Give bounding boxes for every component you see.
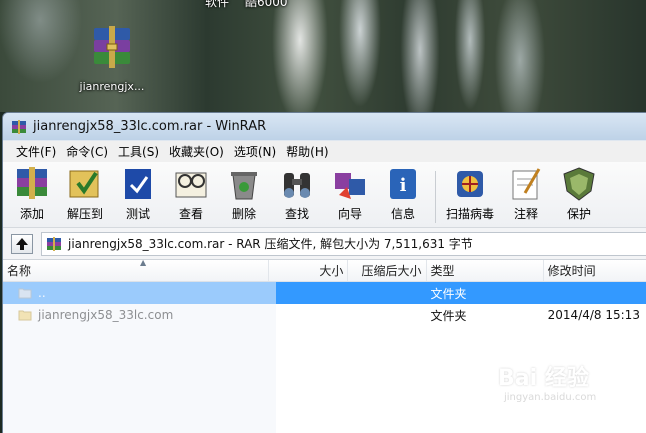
wizard-label: 向导 xyxy=(337,207,362,221)
up-one-level-button[interactable] xyxy=(11,233,33,254)
menu-commands[interactable]: 命令(C) xyxy=(61,141,113,162)
row-name: .. xyxy=(38,286,46,300)
view-button[interactable]: 查看 xyxy=(168,165,214,222)
wizard-button[interactable]: 向导 xyxy=(327,165,373,222)
scan-virus-button[interactable]: 扫描病毒 xyxy=(444,165,496,222)
path-text: jianrengjx58_33lc.com.rar - RAR 压缩文件, 解包… xyxy=(68,237,473,251)
table-row[interactable]: .. 文件夹 xyxy=(3,282,646,304)
find-label: 查找 xyxy=(284,207,309,221)
scan-virus-icon xyxy=(457,171,483,197)
sort-ascending-icon: ▲ xyxy=(140,258,147,267)
info-icon: i xyxy=(390,169,416,199)
column-header-type-label: 类型 xyxy=(430,264,455,278)
parent-folder-icon xyxy=(18,288,32,299)
test-icon xyxy=(125,169,151,199)
path-field[interactable]: jianrengjx58_33lc.com.rar - RAR 压缩文件, 解包… xyxy=(41,231,646,256)
column-header-packed[interactable]: 压缩后大小 xyxy=(348,260,427,281)
comment-icon xyxy=(512,168,541,200)
view-icon xyxy=(175,172,207,198)
row-modified: 2014/4/8 15:13 xyxy=(547,308,640,322)
window-title: jianrengjx58_33lc.com.rar - WinRAR xyxy=(33,119,267,134)
menu-bar: 文件(F) 命令(C) 工具(S) 收藏夹(O) 选项(N) 帮助(H) xyxy=(3,140,646,162)
winrar-app-icon xyxy=(12,119,26,134)
extract-to-button[interactable]: 解压到 xyxy=(62,165,108,222)
add-archive-icon xyxy=(17,167,47,199)
wizard-icon xyxy=(335,173,365,199)
menu-file[interactable]: 文件(F) xyxy=(11,141,61,162)
row-type: 文件夹 xyxy=(430,308,467,323)
arrow-up-icon xyxy=(16,237,28,250)
protect-button[interactable]: 保护 xyxy=(556,165,602,222)
watermark-text: Bai 经验 xyxy=(498,366,589,391)
comment-button[interactable]: 注释 xyxy=(503,165,549,222)
desktop-archive-shortcut[interactable]: jianrengjx... xyxy=(74,24,150,93)
desktop-label-1: 软件 xyxy=(205,0,230,9)
baidu-watermark: Bai 经验 jingyan.baidu.com xyxy=(498,360,596,403)
desktop-archive-label: jianrengjx... xyxy=(79,80,145,93)
column-header-type[interactable]: 类型 xyxy=(427,260,544,281)
desktop-label-2: 酷6000 xyxy=(245,0,288,9)
archive-path-icon xyxy=(47,236,61,251)
table-row[interactable]: jianrengjx58_33lc.com 文件夹 2014/4/8 15:13 xyxy=(3,304,646,326)
toolbar-separator xyxy=(435,171,436,223)
menu-help[interactable]: 帮助(H) xyxy=(281,141,333,162)
scan-virus-label: 扫描病毒 xyxy=(445,207,494,221)
desktop-wallpaper: 软件 酷6000 jianrengjx... xyxy=(0,0,646,112)
delete-label: 删除 xyxy=(231,207,256,221)
add-label: 添加 xyxy=(19,207,44,221)
row-type: 文件夹 xyxy=(430,286,467,301)
menu-options[interactable]: 选项(N) xyxy=(229,141,281,162)
column-header-packed-label: 压缩后大小 xyxy=(361,264,422,278)
info-label: 信息 xyxy=(390,207,415,221)
test-label: 测试 xyxy=(125,207,150,221)
title-bar[interactable]: jianrengjx58_33lc.com.rar - WinRAR xyxy=(3,113,646,140)
test-button[interactable]: 测试 xyxy=(115,165,161,222)
extract-to-label: 解压到 xyxy=(66,207,103,221)
folder-icon xyxy=(18,310,32,321)
find-icon xyxy=(284,173,310,198)
row-name: jianrengjx58_33lc.com xyxy=(38,308,174,322)
find-button[interactable]: 查找 xyxy=(274,165,320,222)
protect-label: 保护 xyxy=(566,207,591,221)
watermark-url: jingyan.baidu.com xyxy=(504,392,597,403)
menu-tools[interactable]: 工具(S) xyxy=(113,141,164,162)
column-header-size[interactable]: 大小 xyxy=(269,260,349,281)
toolbar: 添加 解压到 测试 查看 删除 查找 向导 i 信息 扫描病毒 注释 保护 xyxy=(3,162,646,228)
info-button[interactable]: i 信息 xyxy=(380,165,426,222)
column-headers: 名称 大小 压缩后大小 类型 修改时间 ▲ xyxy=(3,258,646,282)
menu-favorites[interactable]: 收藏夹(O) xyxy=(164,141,229,162)
column-header-name[interactable]: 名称 xyxy=(3,260,270,281)
delete-icon xyxy=(231,172,257,200)
file-list: 名称 大小 压缩后大小 类型 修改时间 ▲ .. 文件夹 jianrengjx5… xyxy=(3,258,646,433)
column-header-name-label: 名称 xyxy=(7,264,32,278)
view-label: 查看 xyxy=(178,207,203,221)
address-bar: jianrengjx58_33lc.com.rar - RAR 压缩文件, 解包… xyxy=(3,228,646,260)
delete-button[interactable]: 删除 xyxy=(221,165,267,222)
column-header-modified[interactable]: 修改时间 xyxy=(544,260,646,281)
comment-label: 注释 xyxy=(513,207,538,221)
add-button[interactable]: 添加 xyxy=(9,165,55,222)
winrar-archive-icon xyxy=(94,26,130,68)
column-header-size-label: 大小 xyxy=(319,264,344,278)
column-header-modified-label: 修改时间 xyxy=(547,264,596,278)
svg-text:i: i xyxy=(400,175,407,196)
extract-to-icon xyxy=(69,170,99,198)
protect-icon xyxy=(563,167,595,201)
